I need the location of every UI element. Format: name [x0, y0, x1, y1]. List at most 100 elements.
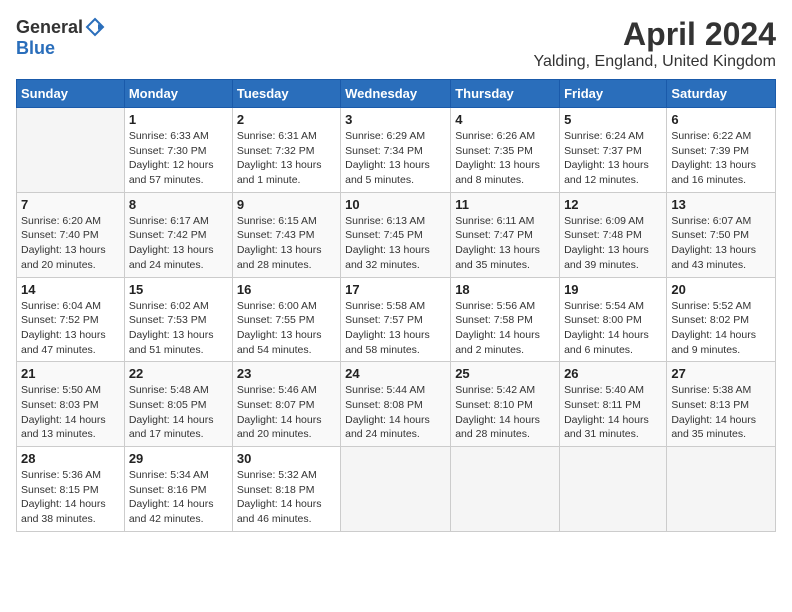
day-info: Sunrise: 6:11 AM Sunset: 7:47 PM Dayligh…: [455, 214, 555, 273]
day-info: Sunrise: 5:52 AM Sunset: 8:02 PM Dayligh…: [671, 299, 771, 358]
day-number: 6: [671, 112, 771, 127]
day-info: Sunrise: 6:20 AM Sunset: 7:40 PM Dayligh…: [21, 214, 120, 273]
calendar-cell: 11 Sunrise: 6:11 AM Sunset: 7:47 PM Dayli…: [451, 192, 560, 277]
weekday-header-wednesday: Wednesday: [341, 80, 451, 108]
calendar-cell: 8Sunrise: 6:17 AM Sunset: 7:42 PM Daylig…: [124, 192, 232, 277]
day-info: Sunrise: 6:13 AM Sunset: 7:45 PM Dayligh…: [345, 214, 446, 273]
day-info: Sunrise: 5:34 AM Sunset: 8:16 PM Dayligh…: [129, 468, 228, 527]
calendar-row-1: 1 Sunrise: 6:33 AM Sunset: 7:30 PM Daylig…: [17, 108, 776, 193]
day-info: Sunrise: 6:09 AM Sunset: 7:48 PM Dayligh…: [564, 214, 662, 273]
weekday-header-friday: Friday: [560, 80, 667, 108]
day-number: 14: [21, 282, 120, 297]
day-info: Sunrise: 5:56 AM Sunset: 7:58 PM Dayligh…: [455, 299, 555, 358]
logo-blue: Blue: [16, 38, 55, 58]
day-number: 12: [564, 197, 662, 212]
calendar-cell: 6 Sunrise: 6:22 AM Sunset: 7:39 PM Daylig…: [667, 108, 776, 193]
logo: General Blue: [16, 16, 107, 59]
calendar-cell: 5Sunrise: 6:24 AM Sunset: 7:37 PM Daylig…: [560, 108, 667, 193]
day-number: 28: [21, 451, 120, 466]
calendar-cell: 30 Sunrise: 5:32 AM Sunset: 8:18 PM Dayli…: [232, 447, 340, 532]
logo-general: General: [16, 17, 83, 38]
day-number: 20: [671, 282, 771, 297]
day-info: Sunrise: 6:26 AM Sunset: 7:35 PM Dayligh…: [455, 129, 555, 188]
day-info: Sunrise: 6:15 AM Sunset: 7:43 PM Dayligh…: [237, 214, 336, 273]
day-info: Sunrise: 5:58 AM Sunset: 7:57 PM Dayligh…: [345, 299, 446, 358]
day-number: 2: [237, 112, 336, 127]
calendar-cell: [341, 447, 451, 532]
calendar-cell: 21 Sunrise: 5:50 AM Sunset: 8:03 PM Dayli…: [17, 362, 125, 447]
day-number: 25: [455, 366, 555, 381]
calendar-cell: 2 Sunrise: 6:31 AM Sunset: 7:32 PM Daylig…: [232, 108, 340, 193]
calendar-row-2: 7Sunrise: 6:20 AM Sunset: 7:40 PM Daylig…: [17, 192, 776, 277]
calendar-cell: 4 Sunrise: 6:26 AM Sunset: 7:35 PM Daylig…: [451, 108, 560, 193]
calendar-cell: 7Sunrise: 6:20 AM Sunset: 7:40 PM Daylig…: [17, 192, 125, 277]
day-info: Sunrise: 5:42 AM Sunset: 8:10 PM Dayligh…: [455, 383, 555, 442]
day-number: 10: [345, 197, 446, 212]
day-info: Sunrise: 6:33 AM Sunset: 7:30 PM Dayligh…: [129, 129, 228, 188]
day-number: 29: [129, 451, 228, 466]
calendar-cell: 19 Sunrise: 5:54 AM Sunset: 8:00 PM Dayli…: [560, 277, 667, 362]
day-info: Sunrise: 6:29 AM Sunset: 7:34 PM Dayligh…: [345, 129, 446, 188]
day-number: 21: [21, 366, 120, 381]
day-info: Sunrise: 5:38 AM Sunset: 8:13 PM Dayligh…: [671, 383, 771, 442]
day-info: Sunrise: 6:02 AM Sunset: 7:53 PM Dayligh…: [129, 299, 228, 358]
calendar-cell: 22Sunrise: 5:48 AM Sunset: 8:05 PM Dayli…: [124, 362, 232, 447]
header: General Blue April 2024 Yalding, England…: [16, 16, 776, 71]
title-area: April 2024 Yalding, England, United King…: [533, 16, 776, 71]
location-title: Yalding, England, United Kingdom: [533, 53, 776, 71]
calendar-cell: 10 Sunrise: 6:13 AM Sunset: 7:45 PM Dayli…: [341, 192, 451, 277]
calendar-cell: 26 Sunrise: 5:40 AM Sunset: 8:11 PM Dayli…: [560, 362, 667, 447]
day-number: 9: [237, 197, 336, 212]
day-number: 13: [671, 197, 771, 212]
calendar-cell: 23Sunrise: 5:46 AM Sunset: 8:07 PM Dayli…: [232, 362, 340, 447]
calendar-cell: [560, 447, 667, 532]
day-number: 19: [564, 282, 662, 297]
day-info: Sunrise: 6:04 AM Sunset: 7:52 PM Dayligh…: [21, 299, 120, 358]
calendar-cell: 27 Sunrise: 5:38 AM Sunset: 8:13 PM Dayli…: [667, 362, 776, 447]
logo-icon: [84, 16, 106, 38]
day-number: 1: [129, 112, 228, 127]
calendar-cell: [451, 447, 560, 532]
calendar-cell: [17, 108, 125, 193]
calendar-cell: 15Sunrise: 6:02 AM Sunset: 7:53 PM Dayli…: [124, 277, 232, 362]
month-title: April 2024: [533, 16, 776, 53]
day-info: Sunrise: 5:36 AM Sunset: 8:15 PM Dayligh…: [21, 468, 120, 527]
day-info: Sunrise: 5:50 AM Sunset: 8:03 PM Dayligh…: [21, 383, 120, 442]
day-info: Sunrise: 5:54 AM Sunset: 8:00 PM Dayligh…: [564, 299, 662, 358]
day-info: Sunrise: 5:48 AM Sunset: 8:05 PM Dayligh…: [129, 383, 228, 442]
day-number: 23: [237, 366, 336, 381]
calendar-cell: 12 Sunrise: 6:09 AM Sunset: 7:48 PM Dayli…: [560, 192, 667, 277]
calendar-table: SundayMondayTuesdayWednesdayThursdayFrid…: [16, 79, 776, 532]
day-info: Sunrise: 6:17 AM Sunset: 7:42 PM Dayligh…: [129, 214, 228, 273]
calendar-cell: [667, 447, 776, 532]
calendar-cell: 18Sunrise: 5:56 AM Sunset: 7:58 PM Dayli…: [451, 277, 560, 362]
day-number: 11: [455, 197, 555, 212]
day-number: 24: [345, 366, 446, 381]
calendar-cell: 3 Sunrise: 6:29 AM Sunset: 7:34 PM Daylig…: [341, 108, 451, 193]
calendar-cell: 20 Sunrise: 5:52 AM Sunset: 8:02 PM Dayli…: [667, 277, 776, 362]
day-number: 26: [564, 366, 662, 381]
day-number: 4: [455, 112, 555, 127]
day-info: Sunrise: 5:40 AM Sunset: 8:11 PM Dayligh…: [564, 383, 662, 442]
day-info: Sunrise: 6:22 AM Sunset: 7:39 PM Dayligh…: [671, 129, 771, 188]
day-info: Sunrise: 5:32 AM Sunset: 8:18 PM Dayligh…: [237, 468, 336, 527]
day-number: 17: [345, 282, 446, 297]
calendar-cell: 29 Sunrise: 5:34 AM Sunset: 8:16 PM Dayli…: [124, 447, 232, 532]
day-info: Sunrise: 6:07 AM Sunset: 7:50 PM Dayligh…: [671, 214, 771, 273]
calendar-row-3: 14 Sunrise: 6:04 AM Sunset: 7:52 PM Dayli…: [17, 277, 776, 362]
weekday-header-row: SundayMondayTuesdayWednesdayThursdayFrid…: [17, 80, 776, 108]
day-info: Sunrise: 5:44 AM Sunset: 8:08 PM Dayligh…: [345, 383, 446, 442]
weekday-header-thursday: Thursday: [451, 80, 560, 108]
day-number: 30: [237, 451, 336, 466]
day-number: 16: [237, 282, 336, 297]
calendar-row-5: 28 Sunrise: 5:36 AM Sunset: 8:15 PM Dayli…: [17, 447, 776, 532]
day-info: Sunrise: 6:00 AM Sunset: 7:55 PM Dayligh…: [237, 299, 336, 358]
day-info: Sunrise: 6:31 AM Sunset: 7:32 PM Dayligh…: [237, 129, 336, 188]
day-number: 5: [564, 112, 662, 127]
weekday-header-monday: Monday: [124, 80, 232, 108]
calendar-row-4: 21 Sunrise: 5:50 AM Sunset: 8:03 PM Dayli…: [17, 362, 776, 447]
calendar-cell: 9 Sunrise: 6:15 AM Sunset: 7:43 PM Daylig…: [232, 192, 340, 277]
day-number: 3: [345, 112, 446, 127]
day-number: 27: [671, 366, 771, 381]
weekday-header-saturday: Saturday: [667, 80, 776, 108]
